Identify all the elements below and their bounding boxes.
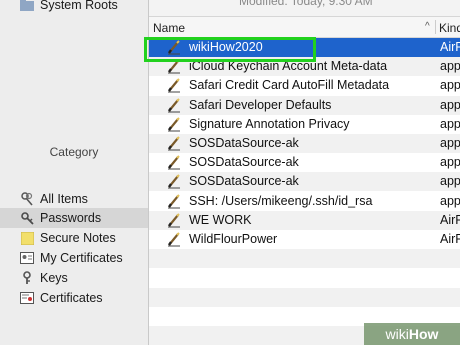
row-kind: app [440, 155, 460, 170]
certificates-icon [20, 291, 34, 305]
table-row[interactable]: WildFlourPower AirP [149, 230, 460, 249]
row-kind: app [440, 97, 460, 112]
row-kind: app [440, 59, 460, 74]
column-kind-header[interactable]: Kind [439, 21, 460, 35]
table-row[interactable]: Signature Annotation Privacy app [149, 115, 460, 134]
column-divider[interactable] [435, 20, 436, 34]
password-item-icon [167, 232, 181, 247]
sidebar-item-my-certificates[interactable]: My Certificates [0, 248, 148, 268]
row-name: Safari Credit Card AutoFill Metadata [189, 78, 390, 93]
row-name: Safari Developer Defaults [189, 97, 332, 112]
row-name: SOSDataSource-ak [189, 155, 299, 170]
keys-icon [20, 271, 34, 285]
highlight-box [144, 37, 316, 62]
table-row[interactable]: WE WORK AirP [149, 210, 460, 230]
row-name: SOSDataSource-ak [189, 174, 299, 189]
sidebar-item-label: Passwords [40, 211, 102, 225]
row-kind: app [440, 193, 460, 208]
password-item-icon [167, 155, 181, 170]
sidebar-item-label: Certificates [40, 291, 103, 305]
watermark-logo: wiki How [364, 323, 460, 345]
password-item-icon [167, 97, 181, 113]
my-certificates-icon [20, 251, 34, 265]
password-item-icon [167, 174, 181, 189]
sidebar: System Roots Category All Items Password… [0, 0, 149, 345]
modified-label: Modified: Today, 9:30 AM [239, 0, 373, 8]
row-name: WE WORK [189, 212, 252, 227]
empty-row [149, 249, 460, 269]
empty-row [149, 268, 460, 287]
all-items-icon [20, 192, 34, 206]
password-item-icon [167, 193, 181, 209]
sidebar-item-passwords[interactable]: Passwords [0, 208, 148, 228]
table-row[interactable]: Safari Developer Defaults app [149, 95, 460, 115]
sidebar-item-system-roots[interactable]: System Roots [0, 0, 148, 15]
password-item-icon [167, 136, 181, 151]
row-name: SSH: /Users/mikeeng/.ssh/id_rsa [189, 193, 373, 208]
row-kind: app [440, 78, 460, 93]
column-header: Name ^ Kind [149, 16, 460, 38]
sidebar-item-label: Keys [40, 271, 68, 285]
row-kind: AirP [440, 40, 460, 54]
empty-row [149, 287, 460, 307]
sidebar-item-label: All Items [40, 192, 88, 206]
row-name: Signature Annotation Privacy [189, 116, 350, 131]
secure-notes-icon [20, 231, 34, 245]
details-strip: Modified: Today, 9:30 AM [149, 0, 460, 16]
passwords-icon [20, 211, 34, 225]
row-kind: app [440, 174, 460, 189]
sidebar-item-certificates[interactable]: Certificates [0, 288, 148, 308]
password-item-icon [167, 117, 181, 132]
row-kind: app [440, 136, 460, 150]
sidebar-item-label: Secure Notes [40, 231, 116, 245]
column-name-header[interactable]: Name [153, 21, 185, 35]
table-row[interactable]: SOSDataSource-ak app [149, 172, 460, 192]
sidebar-item-keys[interactable]: Keys [0, 268, 148, 288]
row-kind: AirP [440, 232, 460, 246]
folder-icon [20, 0, 34, 12]
sidebar-item-all-items[interactable]: All Items [0, 189, 148, 209]
table-row[interactable]: Safari Credit Card AutoFill Metadata app [149, 76, 460, 95]
table-row[interactable]: SOSDataSource-ak app [149, 134, 460, 153]
password-item-icon [167, 213, 181, 228]
sort-indicator-icon: ^ [425, 21, 430, 32]
row-name: WildFlourPower [189, 232, 278, 246]
table-row[interactable]: SSH: /Users/mikeeng/.ssh/id_rsa app [149, 192, 460, 211]
password-item-icon [167, 78, 181, 93]
sidebar-item-label: My Certificates [40, 251, 123, 265]
sidebar-item-secure-notes[interactable]: Secure Notes [0, 228, 148, 248]
table-row[interactable]: SOSDataSource-ak app [149, 153, 460, 172]
row-name: SOSDataSource-ak [189, 136, 299, 150]
row-kind: app [440, 116, 460, 131]
sidebar-item-label: System Roots [40, 0, 118, 12]
category-header: Category [49, 145, 99, 159]
row-kind: AirP [440, 212, 460, 227]
